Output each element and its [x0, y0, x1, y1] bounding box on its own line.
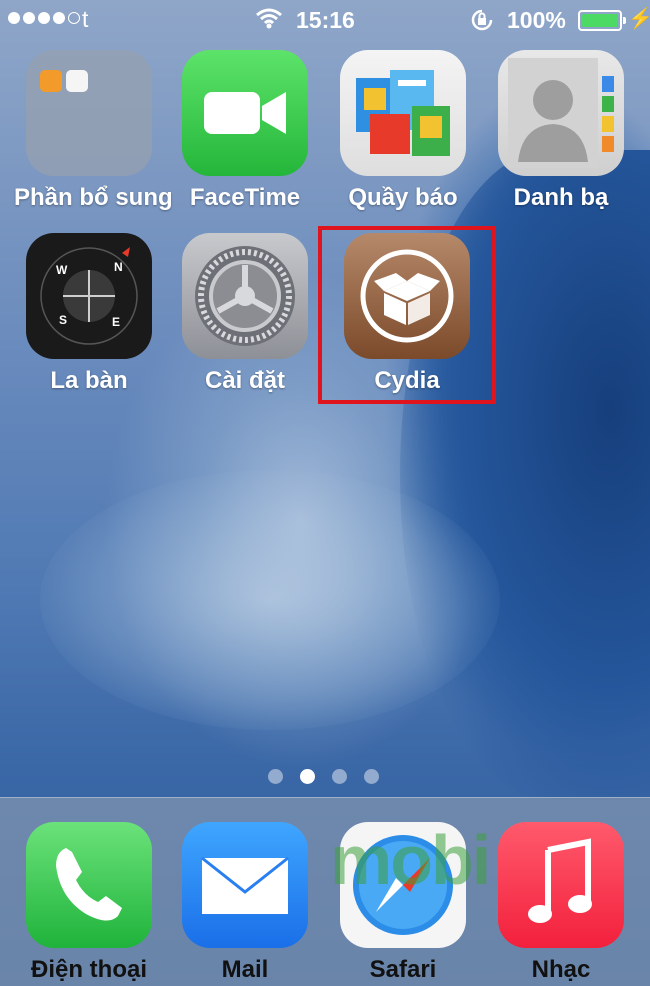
- phone-icon: [26, 822, 152, 948]
- battery-icon: [578, 10, 626, 31]
- app-danh-ba[interactable]: Danh bạ: [486, 50, 636, 212]
- gear-icon: [182, 233, 308, 359]
- app-quay-bao[interactable]: Quầy báo: [328, 50, 478, 212]
- app-label: Danh bạ: [513, 184, 609, 211]
- app-label: Điện thoại: [30, 956, 147, 983]
- page-dot: [364, 769, 379, 784]
- home-screen: t 15:16 100% ⚡ Phần bổ sung FaceTime Quầ…: [0, 0, 650, 986]
- signal-strength-icon: [8, 12, 80, 24]
- carrier-label: t: [82, 6, 89, 32]
- app-label: Mail: [221, 956, 269, 983]
- battery-percent: 100%: [507, 7, 566, 33]
- app-la-ban[interactable]: N W S E La bàn: [14, 233, 164, 395]
- page-dot-active: [300, 769, 315, 784]
- wifi-icon: [255, 7, 283, 35]
- app-label: Nhạc: [531, 956, 591, 983]
- app-label: FaceTime: [189, 184, 301, 211]
- app-label: Cài đặt: [204, 367, 285, 394]
- app-phan-bo-sung[interactable]: Phần bổ sung: [14, 50, 173, 212]
- envelope-icon: [182, 822, 308, 948]
- clock: 15:16: [296, 7, 355, 33]
- wallpaper-spray: [40, 470, 500, 730]
- contacts-icon: [498, 50, 624, 176]
- app-facetime[interactable]: FaceTime: [170, 50, 320, 212]
- music-note-icon: [498, 822, 624, 948]
- app-label: Phần bổ sung: [14, 184, 173, 211]
- compass-s-label: S: [59, 313, 68, 327]
- app-label: Quầy báo: [348, 184, 458, 211]
- app-label: Safari: [369, 956, 437, 983]
- compass-e-label: E: [112, 315, 121, 329]
- app-label: La bàn: [50, 367, 128, 394]
- dock-app-nhac[interactable]: Nhạc: [486, 822, 636, 984]
- orientation-lock-icon: [470, 8, 494, 38]
- dock-app-dien-thoai[interactable]: Điện thoại: [14, 822, 164, 984]
- status-bar: t 15:16 100% ⚡: [0, 0, 650, 40]
- compass-w-label: W: [56, 263, 68, 277]
- watermark-logo: mobi: [330, 821, 491, 899]
- newsstand-icon: [340, 50, 466, 176]
- compass-n-label: N: [114, 260, 123, 274]
- compass-icon: N W S E: [26, 233, 152, 359]
- page-dot: [268, 769, 283, 784]
- page-dot: [332, 769, 347, 784]
- cydia-highlight-box: [318, 226, 496, 404]
- video-camera-icon: [182, 50, 308, 176]
- charging-bolt-icon: ⚡: [628, 8, 650, 30]
- dock-app-mail[interactable]: Mail: [170, 822, 320, 984]
- app-cai-dat[interactable]: Cài đặt: [170, 233, 320, 395]
- dock: Điện thoại Mail Safari Nhạc: [0, 797, 650, 986]
- page-indicator[interactable]: [268, 769, 379, 784]
- folder-icon: [26, 50, 152, 176]
